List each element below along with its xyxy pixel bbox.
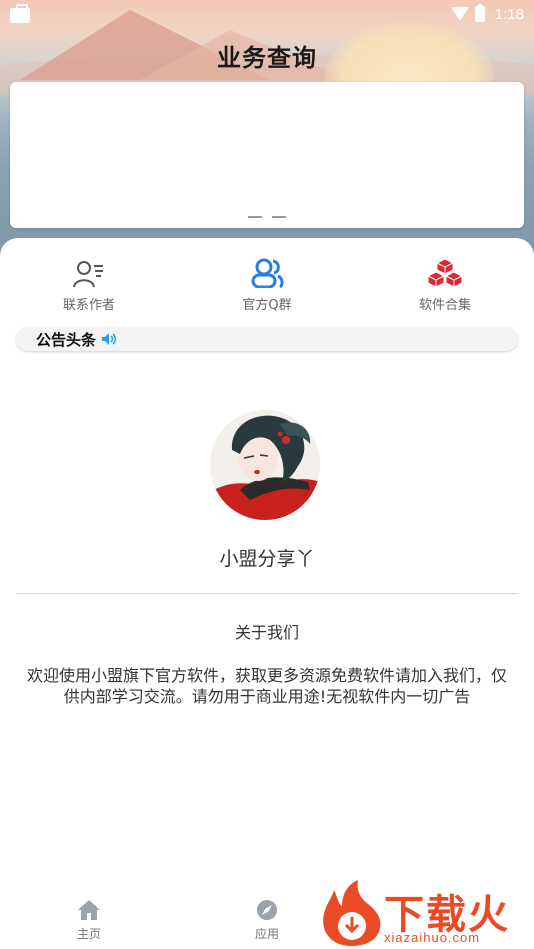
flame-download-icon: [323, 880, 381, 946]
compass-icon: [257, 900, 277, 920]
wifi-icon: [450, 7, 469, 21]
nav-apps-label: 应用: [254, 927, 279, 941]
watermark-logo: 下载火 xiazaihuo.com: [316, 878, 534, 949]
quick-contact-label: 联系作者: [62, 298, 115, 313]
briefcase-icon: [10, 3, 30, 23]
quick-software-collection[interactable]: 软件合集: [356, 258, 534, 318]
group-icon: [251, 258, 284, 288]
quick-official-group[interactable]: 官方Q群: [178, 258, 356, 318]
quick-collection-label: 软件合集: [418, 298, 471, 313]
home-icon: [78, 900, 100, 920]
carousel-indicator: [10, 216, 524, 218]
nav-home-label: 主页: [76, 927, 101, 941]
person-list-icon: [73, 261, 103, 288]
speaker-icon: [102, 333, 117, 345]
about-title: 关于我们: [234, 623, 299, 642]
status-time: 1:18: [494, 5, 524, 23]
about-text: 欢迎使用小盟旗下官方软件，获取更多资源免费软件请加入我们，仅供内部学习交流。请勿…: [26, 666, 507, 706]
status-bar: 1:18: [0, 0, 534, 28]
quick-nav: 联系作者 官方Q群 软件合集: [0, 258, 534, 318]
battery-icon: [474, 4, 485, 22]
avatar-portrait: [210, 410, 320, 520]
quick-group-label: 官方Q群: [242, 298, 292, 313]
avatar[interactable]: [210, 410, 320, 520]
announcement-bar[interactable]: 公告头条: [16, 327, 518, 351]
nav-home[interactable]: 主页: [70, 899, 108, 942]
quick-contact-author[interactable]: 联系作者: [0, 258, 178, 318]
watermark-url: xiazaihuo.com: [384, 930, 481, 945]
announcement-label: 公告头条: [36, 330, 97, 349]
nav-apps[interactable]: 应用: [248, 899, 286, 942]
banner-carousel[interactable]: [10, 82, 524, 228]
profile-name: 小盟分享丫: [219, 548, 315, 570]
divider: [16, 593, 518, 594]
page-title: 业务查询: [217, 44, 317, 72]
boxes-icon: [427, 258, 463, 288]
